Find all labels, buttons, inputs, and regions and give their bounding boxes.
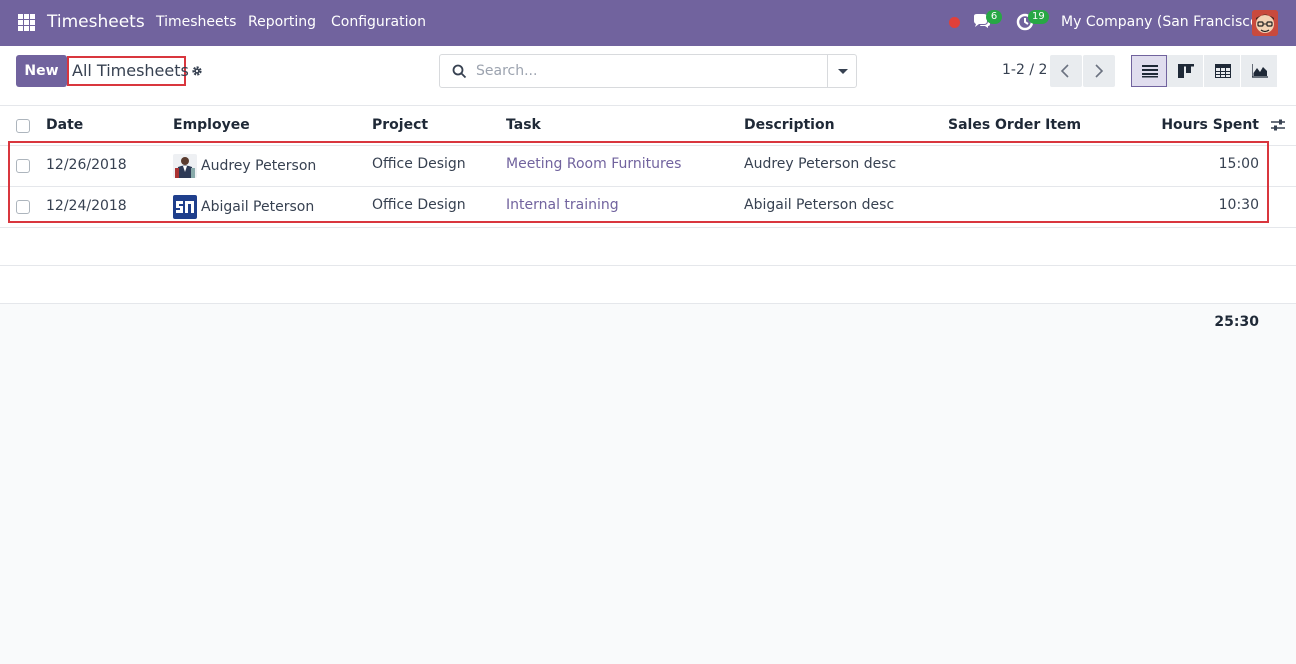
- search-icon: [452, 64, 467, 79]
- optional-columns-icon[interactable]: [1270, 118, 1286, 132]
- table-header: Date Employee Project Task Description S…: [0, 106, 1296, 146]
- table-row[interactable]: 12/26/2018 Audrey Peterson Office Design…: [0, 146, 1296, 187]
- employee-avatar: [173, 195, 197, 219]
- graph-view-button[interactable]: [1241, 55, 1277, 87]
- user-avatar[interactable]: [1252, 10, 1278, 36]
- menu-configuration[interactable]: Configuration: [331, 14, 426, 30]
- header-description[interactable]: Description: [744, 117, 835, 133]
- kanban-view-button[interactable]: [1167, 55, 1203, 87]
- cell-date[interactable]: 12/24/2018: [46, 198, 127, 214]
- header-sales-order-item[interactable]: Sales Order Item: [948, 117, 1081, 133]
- company-switcher[interactable]: My Company (San Francisco): [1061, 14, 1264, 30]
- caret-down-icon: [838, 69, 848, 74]
- empty-row: [0, 228, 1296, 266]
- apps-menu-icon[interactable]: [18, 14, 35, 31]
- header-project[interactable]: Project: [372, 117, 428, 133]
- cell-hours[interactable]: 15:00: [1219, 156, 1259, 172]
- cell-project[interactable]: Office Design: [372, 197, 466, 213]
- app-brand[interactable]: Timesheets: [47, 12, 145, 32]
- pager-next-button[interactable]: [1083, 55, 1115, 87]
- table-row[interactable]: 12/24/2018 Abigail Peterson Office Desig…: [0, 187, 1296, 228]
- cell-hours[interactable]: 10:30: [1219, 197, 1259, 213]
- header-employee[interactable]: Employee: [173, 117, 250, 133]
- cell-description[interactable]: Abigail Peterson desc: [744, 197, 894, 213]
- header-task[interactable]: Task: [506, 117, 541, 133]
- table-footer-total: 25:30: [0, 306, 1296, 338]
- pivot-view-button[interactable]: [1204, 55, 1240, 87]
- search-input[interactable]: [476, 56, 826, 86]
- menu-timesheets[interactable]: Timesheets: [156, 14, 236, 30]
- cell-employee[interactable]: Abigail Peterson: [201, 199, 314, 215]
- control-panel: New All Timesheets 1-2 / 2: [0, 46, 1296, 106]
- record-status-icon[interactable]: [949, 17, 960, 28]
- cell-date[interactable]: 12/26/2018: [46, 157, 127, 173]
- gear-icon[interactable]: [191, 65, 203, 77]
- menu-reporting[interactable]: Reporting: [248, 14, 316, 30]
- header-date[interactable]: Date: [46, 117, 83, 133]
- row-checkbox[interactable]: [16, 159, 30, 173]
- chevron-left-icon: [1060, 64, 1069, 78]
- total-hours: 25:30: [1214, 314, 1259, 330]
- messages-badge: 6: [986, 10, 1002, 24]
- area-chart-icon: [1252, 64, 1268, 78]
- page-title[interactable]: All Timesheets: [67, 56, 189, 86]
- activities-badge: 19: [1028, 10, 1049, 24]
- list-view-button[interactable]: [1131, 55, 1167, 87]
- empty-row: [0, 266, 1296, 304]
- top-navbar: Timesheets Timesheets Reporting Configur…: [0, 0, 1296, 46]
- cell-description[interactable]: Audrey Peterson desc: [744, 156, 896, 172]
- pager-value[interactable]: 1-2 / 2: [1002, 62, 1047, 78]
- table-grid-icon: [1215, 64, 1231, 78]
- search-bar[interactable]: [439, 54, 857, 88]
- cell-employee[interactable]: Audrey Peterson: [201, 158, 316, 174]
- header-hours-spent[interactable]: Hours Spent: [1161, 117, 1259, 133]
- chevron-right-icon: [1095, 64, 1104, 78]
- new-button[interactable]: New: [16, 55, 67, 87]
- pager-previous-button[interactable]: [1050, 55, 1082, 87]
- cell-task[interactable]: Meeting Room Furnitures: [506, 156, 681, 172]
- list-icon: [1142, 65, 1158, 78]
- kanban-icon: [1178, 64, 1194, 78]
- search-options-toggle[interactable]: [827, 55, 856, 87]
- employee-avatar: [173, 154, 197, 178]
- select-all-checkbox[interactable]: [16, 119, 30, 133]
- row-checkbox[interactable]: [16, 200, 30, 214]
- cell-task[interactable]: Internal training: [506, 197, 619, 213]
- cell-project[interactable]: Office Design: [372, 156, 466, 172]
